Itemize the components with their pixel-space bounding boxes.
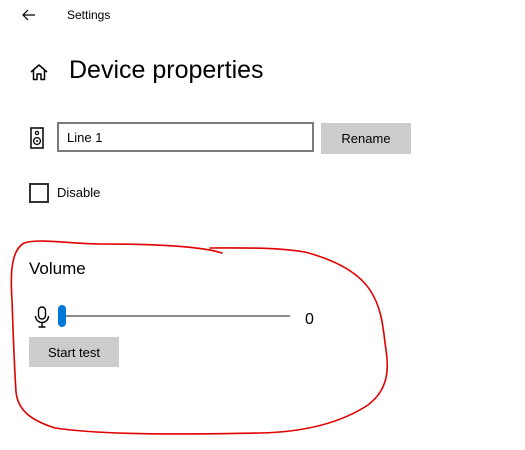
disable-label: Disable bbox=[57, 185, 101, 200]
home-icon bbox=[30, 64, 48, 81]
start-test-button[interactable]: Start test bbox=[29, 337, 119, 367]
speaker-icon bbox=[30, 127, 44, 149]
device-name-input[interactable] bbox=[57, 122, 314, 152]
volume-slider-thumb[interactable] bbox=[58, 305, 66, 327]
page-title: Device properties bbox=[69, 56, 264, 84]
microphone-icon bbox=[34, 306, 50, 328]
back-arrow-icon bbox=[22, 9, 35, 21]
volume-slider-track[interactable] bbox=[60, 315, 290, 317]
disable-checkbox[interactable] bbox=[29, 183, 49, 203]
volume-value: 0 bbox=[305, 311, 314, 328]
home-button[interactable] bbox=[25, 58, 53, 86]
rename-button[interactable]: Rename bbox=[321, 123, 411, 154]
settings-page: Settings Device properties Rename Disabl… bbox=[0, 0, 525, 450]
volume-heading: Volume bbox=[29, 259, 86, 278]
window-title: Settings bbox=[67, 8, 111, 22]
back-button[interactable] bbox=[14, 2, 44, 28]
